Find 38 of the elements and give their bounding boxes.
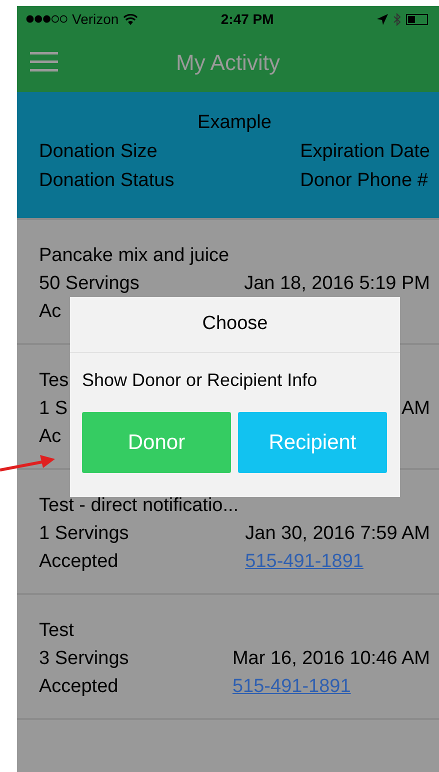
donation-title: Test - direct notificatio... (39, 494, 239, 518)
donation-status: Accepted (39, 550, 118, 574)
choice-button[interactable]: Recipient (238, 412, 387, 473)
servings-count: 1 S (39, 397, 68, 421)
expiration-date: AM (402, 397, 430, 421)
dialog-message: Show Donor or Recipient Info (81, 369, 318, 392)
wifi-icon (122, 14, 138, 24)
donation-row[interactable]: Test 3 Servings Accepted Mar 16, 2016 10:46 AM 515-491-1891 (17, 595, 439, 720)
donation-title: Test (39, 619, 74, 643)
donation-status: Ac (39, 300, 62, 324)
servings-count: 3 Servings (39, 647, 129, 671)
bluetooth-icon (393, 12, 401, 26)
legend-label: Expiration Date (300, 140, 430, 164)
menu-icon[interactable] (30, 51, 58, 73)
choice-button[interactable]: Donor (82, 412, 231, 473)
servings-count: 50 Servings (39, 272, 140, 296)
legend-label: Donation Status (39, 168, 174, 192)
screen-title: My Activity (176, 48, 280, 77)
donation-title: Tes (39, 369, 69, 393)
clock-time: 2:47 PM (220, 10, 274, 28)
legend-label: Donor Phone # (300, 168, 429, 192)
donation-title: Pancake mix and juice (39, 244, 230, 268)
pointer-arrow (0, 452, 56, 474)
expiration-date: Jan 30, 2016 7:59 AM (245, 522, 430, 546)
location-arrow-icon (377, 14, 388, 24)
carrier-name: Verizon (72, 10, 119, 28)
phone-link[interactable]: 515-491-1891 (245, 548, 364, 576)
phone-link[interactable]: 515-491-1891 (232, 673, 351, 701)
battery-icon (406, 14, 430, 24)
legend-title: Example (198, 110, 272, 134)
signal-dots-icon (26, 15, 68, 23)
legend-label: Donation Size (39, 140, 158, 164)
donation-status: Accepted (39, 675, 118, 699)
donation-status: Ac (39, 425, 62, 449)
expiration-date: Mar 16, 2016 10:46 AM (232, 647, 430, 671)
dialog-title: Choose (202, 312, 268, 336)
servings-count: 1 Servings (39, 522, 129, 546)
expiration-date: Jan 18, 2016 5:19 PM (244, 272, 430, 296)
